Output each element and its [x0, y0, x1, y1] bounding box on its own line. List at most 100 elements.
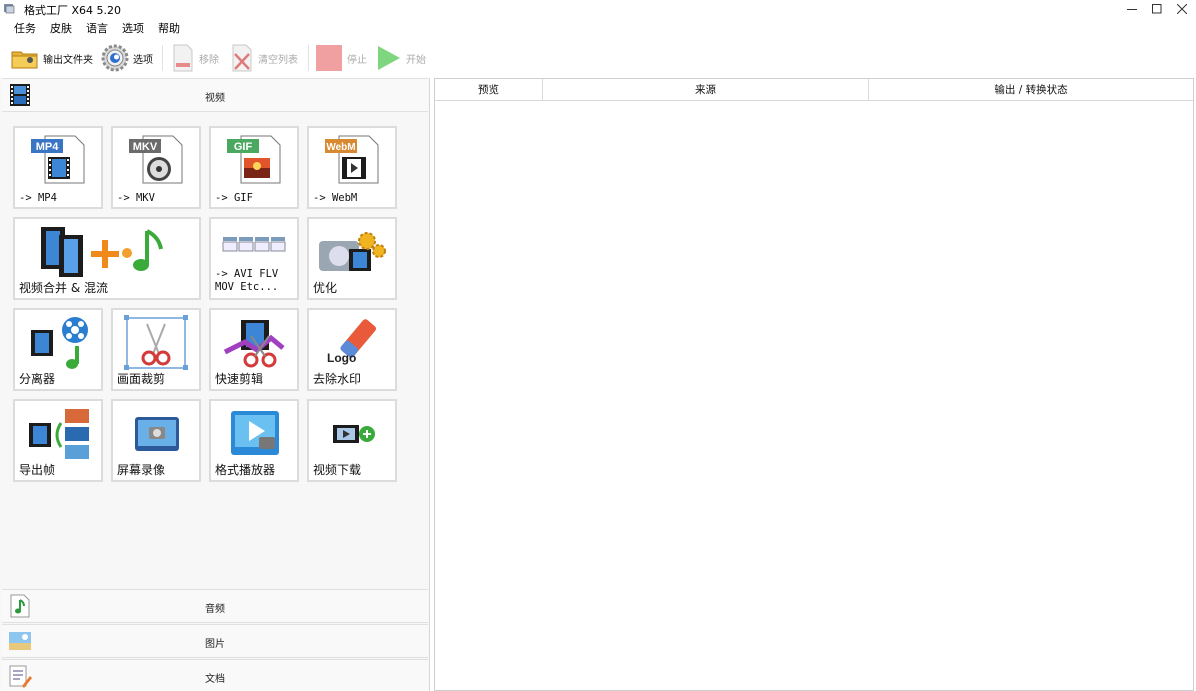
- folder-icon: [11, 51, 38, 69]
- screen-record-icon: [135, 417, 179, 451]
- play-icon: [378, 46, 400, 70]
- tile-remove-watermark-label: 去除水印: [313, 372, 362, 386]
- section-document-label: 文档: [205, 674, 225, 685]
- app-window: 格式工厂 X64 5.20 任务 皮肤 语言 选项 帮助 输出文件夹 选项 移除…: [0, 0, 1196, 691]
- tile-to-mp4-label: -> MP4: [19, 192, 57, 204]
- remove-file-icon: [173, 44, 193, 72]
- tile-crop[interactable]: 画面裁剪: [111, 308, 201, 391]
- menu-help[interactable]: 帮助: [151, 20, 187, 38]
- tile-splitter-label: 分离器: [19, 372, 56, 386]
- gif-badge: GIF: [234, 141, 253, 153]
- merge-icon: [41, 227, 163, 277]
- stop-icon: [316, 45, 342, 71]
- tile-export-frames-label: 导出帧: [19, 463, 56, 477]
- section-image-header[interactable]: 图片: [2, 624, 428, 658]
- logo-text: Logo: [327, 351, 356, 365]
- output-folder-button[interactable]: 输出文件夹: [11, 42, 93, 74]
- gear-icon: [101, 44, 129, 72]
- section-image-label: 图片: [205, 639, 225, 650]
- tile-optimize-label: 优化: [313, 281, 338, 295]
- tile-to-gif-label: -> GIF: [215, 192, 253, 204]
- maximize-icon: [1152, 4, 1162, 14]
- optimize-gears-icon: [319, 232, 386, 271]
- tile-quick-clip[interactable]: 快速剪辑: [209, 308, 299, 391]
- toolbar-separator: [308, 45, 309, 71]
- tile-to-webm[interactable]: WebM -> WebM: [307, 126, 397, 209]
- avi-line-1: -> AVI FLV: [215, 268, 279, 280]
- stop-button[interactable]: 停止: [315, 42, 367, 74]
- tile-video-download[interactable]: 视频下载: [307, 399, 397, 482]
- tile-crop-label: 画面裁剪: [117, 372, 166, 386]
- mp4-file-icon: MP4: [31, 135, 85, 184]
- webm-file-icon: WebM: [325, 135, 379, 184]
- tile-format-player-label: 格式播放器: [215, 463, 276, 477]
- remove-label: 移除: [199, 54, 219, 66]
- start-label: 开始: [406, 54, 426, 66]
- minimize-icon: [1127, 9, 1137, 10]
- tile-export-frames[interactable]: 导出帧: [13, 399, 103, 482]
- tile-remove-watermark[interactable]: Logo 去除水印: [307, 308, 397, 391]
- section-video-label: 视频: [205, 93, 225, 104]
- options-label: 选项: [133, 54, 153, 66]
- tile-to-gif[interactable]: GIF -> GIF: [209, 126, 299, 209]
- export-frames-icon: [29, 409, 89, 459]
- section-video-header[interactable]: 视频: [2, 78, 428, 112]
- gif-file-icon: GIF: [227, 135, 281, 184]
- app-logo-icon: [4, 4, 15, 14]
- tile-screen-record-label: 屏幕录像: [117, 463, 166, 477]
- column-source[interactable]: 来源: [543, 79, 869, 101]
- options-button[interactable]: 选项: [101, 42, 153, 74]
- tile-format-player[interactable]: 格式播放器: [209, 399, 299, 482]
- stop-label: 停止: [347, 54, 367, 66]
- section-audio-header[interactable]: 音频: [2, 589, 428, 623]
- toolbar-separator: [162, 45, 163, 71]
- tile-screen-record[interactable]: 屏幕录像: [111, 399, 201, 482]
- menu-bar: 任务 皮肤 语言 选项 帮助: [0, 20, 187, 38]
- tile-quick-clip-label: 快速剪辑: [215, 372, 264, 386]
- player-icon: [231, 411, 279, 455]
- menu-language[interactable]: 语言: [79, 20, 115, 38]
- tile-to-mp4[interactable]: MP4 -> MP4: [13, 126, 103, 209]
- mkv-badge: MKV: [133, 141, 158, 153]
- menu-task[interactable]: 任务: [0, 20, 43, 38]
- mp4-badge: MP4: [36, 141, 60, 153]
- window-title: 格式工厂 X64 5.20: [24, 4, 122, 17]
- section-audio-label: 音频: [205, 604, 225, 615]
- mkv-file-icon: MKV: [129, 135, 183, 184]
- quick-clip-icon: [223, 320, 285, 368]
- column-status[interactable]: 输出 / 转换状态: [869, 79, 1193, 101]
- toolbar: 输出文件夹 选项 移除 清空列表 停止 开始: [0, 42, 1196, 74]
- tile-to-mkv-label: -> MKV: [117, 192, 155, 204]
- tile-video-merge-label: 视频合并 & 混流: [19, 281, 108, 295]
- title-bar: 格式工厂 X64 5.20: [0, 0, 1196, 18]
- menu-skin[interactable]: 皮肤: [43, 20, 79, 38]
- task-list-header: 预览 来源 输出 / 转换状态: [435, 79, 1193, 101]
- clear-list-button[interactable]: 清空列表: [230, 42, 298, 74]
- clear-list-label: 清空列表: [258, 54, 298, 66]
- category-panel: 视频 MP4 -> MP4 MKV -> MKV GIF -> GIF WebM…: [0, 78, 430, 691]
- section-document-header[interactable]: 文档: [2, 659, 428, 691]
- tile-to-avi-flv-label: -> AVI FLV MOV Etc...: [215, 268, 278, 294]
- splitter-icon: [31, 317, 88, 369]
- tile-to-webm-label: -> WebM: [313, 192, 358, 204]
- tile-to-mkv[interactable]: MKV -> MKV: [111, 126, 201, 209]
- output-folder-label: 输出文件夹: [43, 54, 93, 66]
- tile-video-download-label: 视频下载: [313, 463, 362, 477]
- close-icon: [1177, 4, 1187, 14]
- task-list[interactable]: 预览 来源 输出 / 转换状态: [434, 78, 1194, 691]
- tile-splitter[interactable]: 分离器: [13, 308, 103, 391]
- crop-scissors-icon: [124, 315, 188, 370]
- avi-line-2: MOV Etc...: [215, 281, 279, 293]
- column-preview[interactable]: 预览: [435, 79, 543, 101]
- tile-to-avi-flv[interactable]: -> AVI FLV MOV Etc...: [209, 217, 299, 300]
- tile-video-merge[interactable]: 视频合并 & 混流: [13, 217, 201, 300]
- menu-options[interactable]: 选项: [115, 20, 151, 38]
- clear-list-icon: [232, 44, 252, 72]
- remove-button[interactable]: 移除: [171, 42, 219, 74]
- video-download-icon: [333, 425, 375, 443]
- start-button[interactable]: 开始: [376, 42, 426, 74]
- tile-optimize[interactable]: 优化: [307, 217, 397, 300]
- multi-format-icon: [222, 237, 286, 252]
- eraser-icon: Logo: [327, 319, 377, 365]
- close-button[interactable]: [1167, 0, 1196, 18]
